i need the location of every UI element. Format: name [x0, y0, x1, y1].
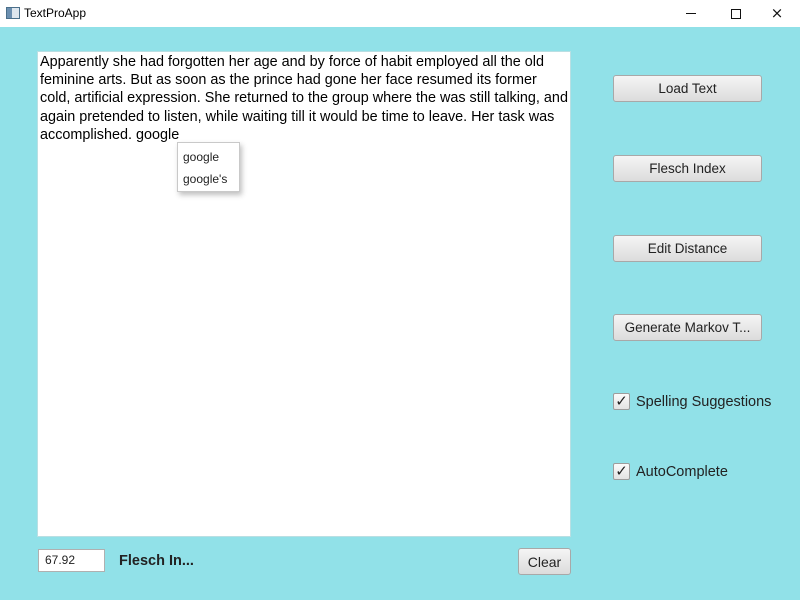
app-window-icon [6, 7, 20, 19]
clear-button[interactable]: Clear [518, 548, 571, 575]
autocomplete-item[interactable]: google [178, 146, 239, 168]
title-bar: TextProApp × [0, 0, 800, 27]
window-title: TextProApp [24, 6, 87, 20]
close-button[interactable]: × [754, 0, 800, 27]
checkbox-checked-icon[interactable]: ✓ [613, 393, 630, 410]
main-panel: Apparently she had forgotten her age and… [0, 27, 800, 600]
spelling-suggestions-label: Spelling Suggestions [636, 393, 772, 410]
checkbox-checked-icon[interactable]: ✓ [613, 463, 630, 480]
autocomplete-item[interactable]: google's [178, 168, 239, 190]
maximize-button[interactable] [713, 0, 759, 27]
load-text-button[interactable]: Load Text [613, 75, 762, 102]
flesch-score-field[interactable]: 67.92 [38, 549, 105, 572]
flesch-index-label: Flesch In... [119, 553, 194, 569]
maximize-icon [731, 8, 741, 19]
text-editor[interactable]: Apparently she had forgotten her age and… [37, 51, 571, 537]
autocomplete-popup: google google's [177, 142, 240, 192]
edit-distance-button[interactable]: Edit Distance [613, 235, 762, 262]
autocomplete-label: AutoComplete [636, 463, 728, 480]
generate-markov-button[interactable]: Generate Markov T... [613, 314, 762, 341]
autocomplete-toggle[interactable]: ✓ AutoComplete [613, 463, 728, 480]
flesch-index-button[interactable]: Flesch Index [613, 155, 762, 182]
close-icon: × [770, 4, 784, 22]
spelling-suggestions-toggle[interactable]: ✓ Spelling Suggestions [613, 393, 771, 410]
minimize-icon [686, 13, 696, 14]
minimize-button[interactable] [668, 0, 714, 27]
